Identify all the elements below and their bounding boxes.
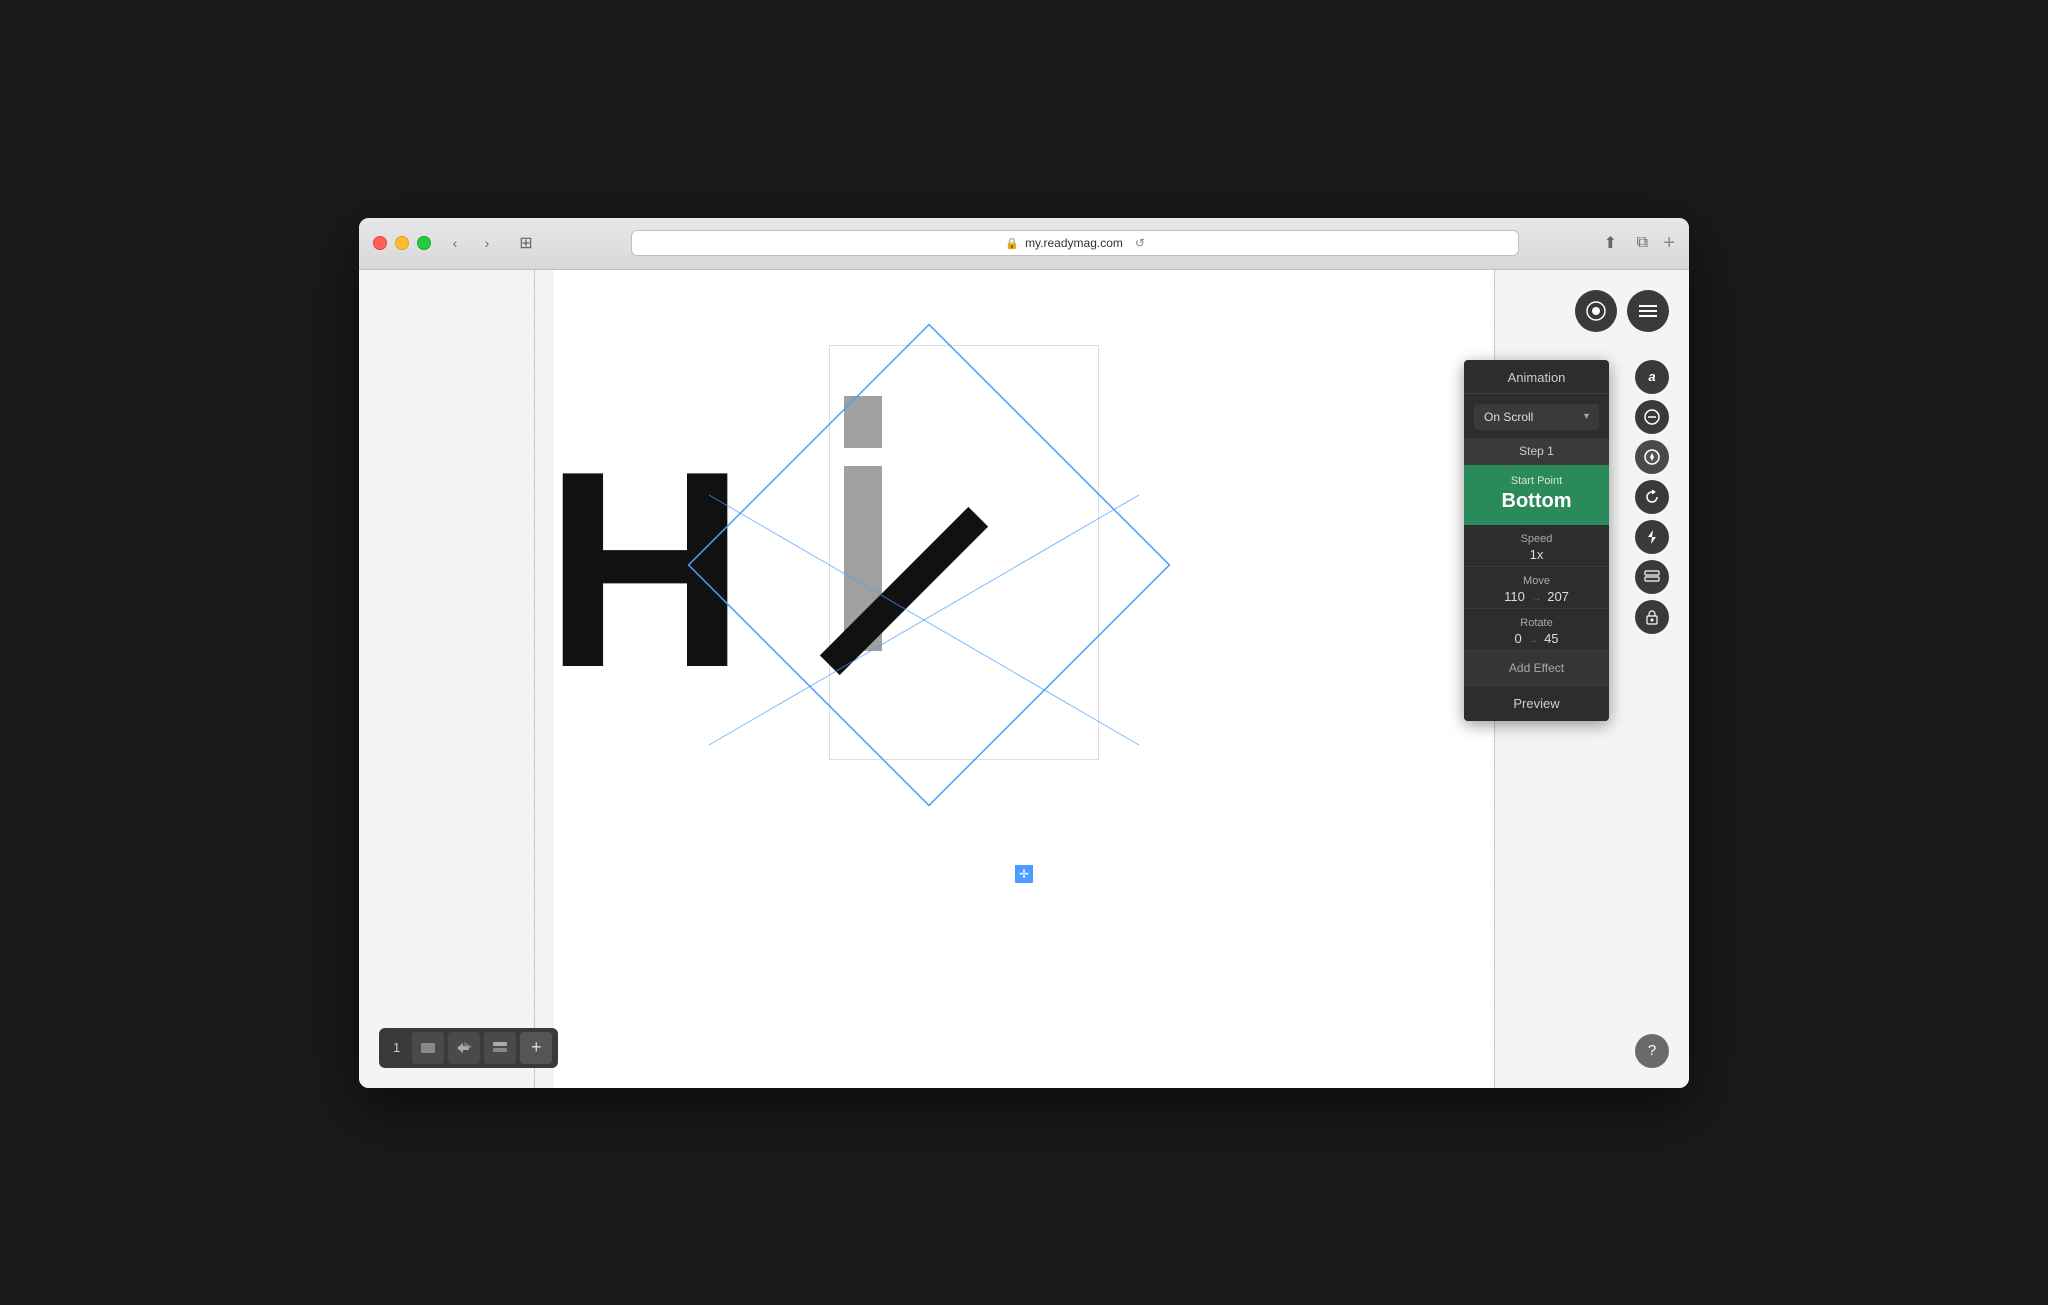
move-x: 110 — [1504, 589, 1525, 604]
minimize-button[interactable] — [395, 236, 409, 250]
refresh-tool-button[interactable] — [1635, 480, 1669, 514]
panel-title: Animation — [1464, 360, 1609, 394]
layers-bottom-button[interactable] — [484, 1032, 516, 1064]
forward-button[interactable]: › — [473, 232, 501, 254]
trigger-label: On Scroll — [1484, 410, 1533, 424]
lock-tool-button[interactable] — [1635, 600, 1669, 634]
bottom-toolbar: 1 + — [379, 1028, 558, 1068]
nav-buttons: ‹ › — [441, 232, 501, 254]
lock-icon: 🔒 — [1005, 237, 1019, 250]
scroll-anim-button[interactable] — [1635, 440, 1669, 474]
top-right-toolbar — [1575, 290, 1669, 332]
bolt-tool-button[interactable] — [1635, 520, 1669, 554]
start-point-value: Bottom — [1476, 490, 1597, 513]
start-point-label: Start Point — [1476, 475, 1597, 487]
share-icon[interactable]: ⬆ — [1599, 232, 1621, 254]
layers-tool-button[interactable] — [1635, 560, 1669, 594]
help-button[interactable]: ? — [1635, 1034, 1669, 1068]
page-number: 1 — [385, 1036, 408, 1059]
selected-element[interactable]: ✛ — [829, 345, 1099, 760]
move-row: Move 110 → 207 — [1464, 567, 1609, 609]
speed-label: Speed — [1476, 533, 1597, 545]
step-header: Step 1 — [1464, 438, 1609, 465]
preview-button[interactable]: Preview — [1464, 685, 1609, 721]
app-window: ‹ › ⊞ 🔒 my.readymag.com ↺ ⬆ ⧉ + H — [359, 218, 1689, 1088]
traffic-lights — [373, 236, 431, 250]
side-icons: a — [1635, 360, 1669, 634]
reload-button[interactable]: ↺ — [1135, 236, 1145, 250]
titlebar-right: ⬆ ⧉ + — [1599, 232, 1675, 255]
rotate-to: 45 — [1544, 631, 1558, 646]
undo-redo-button[interactable] — [448, 1032, 480, 1064]
on-scroll-dropdown[interactable]: On Scroll ▾ — [1474, 404, 1599, 430]
move-arrow: → — [1531, 593, 1544, 604]
rotate-label: Rotate — [1476, 617, 1597, 629]
gray-rect-top — [844, 396, 882, 448]
move-y: 207 — [1547, 589, 1569, 604]
page-thumb-button[interactable] — [412, 1032, 444, 1064]
titlebar: ‹ › ⊞ 🔒 my.readymag.com ↺ ⬆ ⧉ + — [359, 218, 1689, 270]
guide-line-left — [534, 270, 535, 1088]
rotate-row: Rotate 0 → 45 — [1464, 609, 1609, 650]
address-bar[interactable]: 🔒 my.readymag.com ↺ — [631, 230, 1519, 256]
align-tool-button[interactable] — [1635, 400, 1669, 434]
add-effect-button[interactable]: Add Effect — [1464, 650, 1609, 685]
rotate-arrow: → — [1528, 635, 1541, 646]
letter-h: H — [544, 430, 741, 710]
move-label: Move — [1476, 575, 1597, 587]
rotate-value: 0 → 45 — [1476, 631, 1597, 646]
content-box — [829, 345, 1099, 760]
speed-row: Speed 1x — [1464, 525, 1609, 567]
sidebar-toggle[interactable]: ⊞ — [513, 232, 539, 254]
back-button[interactable]: ‹ — [441, 232, 469, 254]
rotate-from: 0 — [1514, 631, 1521, 646]
pip-icon[interactable]: ⧉ — [1631, 232, 1653, 254]
speed-value: 1x — [1476, 547, 1597, 562]
animation-panel: Animation On Scroll ▾ Step 1 Start Point… — [1464, 360, 1609, 721]
chevron-down-icon: ▾ — [1584, 411, 1589, 422]
menu-button[interactable] — [1627, 290, 1669, 332]
move-handle[interactable]: ✛ — [1015, 865, 1033, 883]
eye-button[interactable] — [1575, 290, 1617, 332]
maximize-button[interactable] — [417, 236, 431, 250]
new-tab-button[interactable]: + — [1663, 232, 1675, 255]
url-text: my.readymag.com — [1025, 236, 1123, 250]
add-element-button[interactable]: + — [520, 1032, 552, 1064]
close-button[interactable] — [373, 236, 387, 250]
start-point-section: Start Point Bottom — [1464, 465, 1609, 525]
app-content: H — [359, 270, 1689, 1088]
canvas-area: H — [359, 270, 1689, 1088]
text-tool-button[interactable]: a — [1635, 360, 1669, 394]
move-value: 110 → 207 — [1476, 589, 1597, 604]
